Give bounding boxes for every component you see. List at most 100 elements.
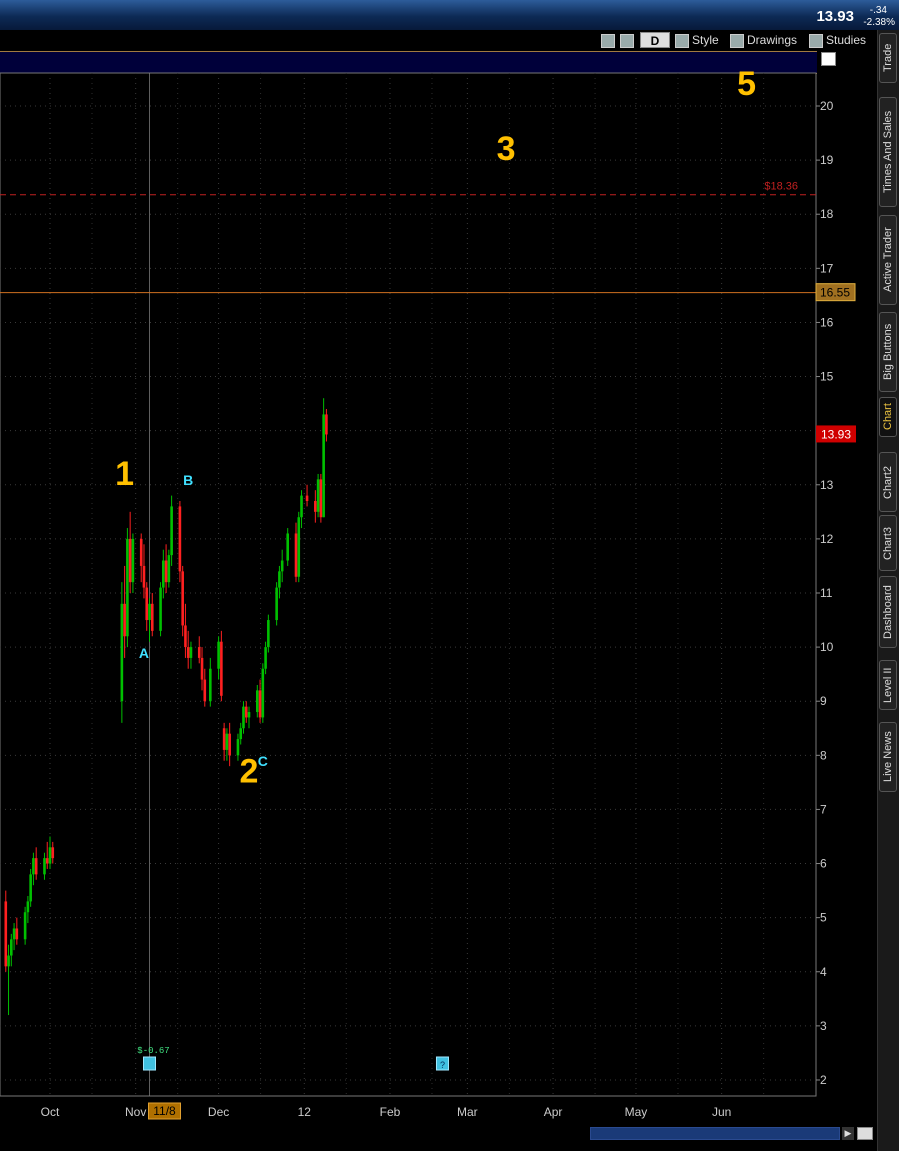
price-level-label: 16.55 [820, 286, 850, 300]
candle-body [286, 533, 290, 561]
candle-body [300, 495, 303, 518]
x-tick-label: 12 [298, 1105, 312, 1119]
candle-body [319, 479, 323, 518]
y-tick-label: 11 [820, 586, 833, 600]
tab-live-news[interactable]: Live News [879, 722, 897, 792]
candle-body [159, 587, 162, 631]
scroll-end-icon[interactable] [857, 1127, 873, 1140]
y-tick-label: 12 [820, 532, 834, 546]
candle-body [256, 690, 259, 713]
candle-body [139, 538, 143, 566]
cursor-date-label: 11/8 [153, 1104, 176, 1118]
tab-chart2[interactable]: Chart2 [879, 452, 897, 512]
x-tick-label: Feb [380, 1105, 401, 1119]
wave-label-2: 2 [240, 752, 259, 790]
candle-body [167, 555, 171, 583]
candle-body [43, 858, 46, 875]
tab-big-buttons[interactable]: Big Buttons [879, 312, 897, 392]
candle-body [247, 712, 251, 718]
candle-body [184, 625, 187, 648]
y-tick-label: 9 [820, 694, 827, 708]
candle-body [200, 657, 204, 680]
tab-chart3[interactable]: Chart3 [879, 515, 897, 571]
candle-body [316, 479, 320, 512]
candle-body [45, 858, 49, 864]
bottom-bar [0, 1141, 877, 1151]
candle-body [148, 603, 151, 621]
price-chart[interactable]: 234567891011121314151617181920OctNovDec1… [0, 0, 877, 1141]
candle-body [48, 847, 52, 864]
candle-body [10, 939, 13, 956]
candle-body [267, 620, 270, 648]
candle-body [164, 560, 168, 583]
candle-body [131, 538, 135, 583]
y-tick-label: 6 [820, 857, 827, 871]
candle-body [7, 955, 10, 967]
y-tick-label: 18 [820, 207, 834, 221]
tab-level-ii[interactable]: Level II [879, 660, 897, 710]
x-tick-label: Dec [208, 1105, 229, 1119]
tab-chart[interactable]: Chart [879, 397, 897, 437]
y-tick-label: 10 [820, 640, 834, 654]
y-tick-label: 2 [820, 1073, 827, 1087]
earnings-label: $-0.67 [137, 1046, 169, 1056]
x-tick-label: Apr [544, 1105, 563, 1119]
horizontal-scrollbar[interactable] [590, 1127, 840, 1140]
y-tick-label: 17 [820, 261, 834, 275]
plot-area [0, 72, 817, 1097]
y-tick-label: 13 [820, 478, 834, 492]
candle-body [258, 690, 262, 718]
y-tick-label: 20 [820, 99, 834, 113]
y-tick-label: 15 [820, 370, 834, 384]
candle-body [239, 728, 243, 740]
candle-body [126, 538, 129, 637]
candle-body [128, 538, 132, 583]
correction-label-c: C [258, 753, 268, 769]
tab-active-trader[interactable]: Active Trader [879, 215, 897, 305]
candle-body [186, 647, 190, 658]
correction-label-b: B [183, 472, 193, 488]
candle-body [150, 603, 154, 631]
wave-label-3: 3 [497, 130, 516, 168]
x-tick-label: Jun [712, 1105, 731, 1119]
x-tick-label: Nov [125, 1105, 146, 1119]
candle-body [29, 874, 32, 902]
candle-body [123, 603, 126, 637]
last-price-label: 13.93 [821, 427, 851, 441]
candle-body [145, 587, 149, 621]
candle-body [15, 928, 19, 940]
tab-trade[interactable]: Trade [879, 33, 897, 83]
candle-body [170, 506, 173, 556]
candle-body [189, 647, 193, 658]
candle-body [294, 533, 298, 577]
candle-body [275, 587, 278, 621]
tab-dashboard[interactable]: Dashboard [879, 576, 897, 648]
x-tick-label: Oct [41, 1105, 60, 1119]
candle-body [225, 733, 229, 750]
tab-times-and-sales[interactable]: Times And Sales [879, 97, 897, 207]
candle-body [23, 912, 27, 940]
candle-body [325, 414, 328, 435]
candle-body [217, 641, 220, 669]
scroll-right-arrow[interactable]: ▶ [842, 1127, 854, 1140]
candle-body [178, 506, 182, 572]
wave-label-5: 5 [737, 65, 756, 103]
candle-body [197, 647, 201, 658]
y-tick-label: 8 [820, 748, 827, 762]
candle-body [297, 517, 301, 577]
x-tick-label: Mar [457, 1105, 478, 1119]
y-tick-label: 4 [820, 965, 827, 979]
candle-body [32, 858, 35, 875]
y-tick-label: 5 [820, 911, 827, 925]
candle-body [264, 647, 267, 669]
candle-body [34, 858, 38, 875]
candle-body [51, 847, 55, 859]
candle-body [244, 706, 248, 718]
candle-body [120, 603, 124, 702]
candle-body [314, 501, 317, 512]
candle-body [242, 706, 245, 729]
candle-body [142, 565, 146, 588]
event-marker-icon[interactable] [143, 1056, 157, 1071]
candle-body [181, 571, 184, 626]
y-tick-label: 19 [820, 153, 834, 167]
